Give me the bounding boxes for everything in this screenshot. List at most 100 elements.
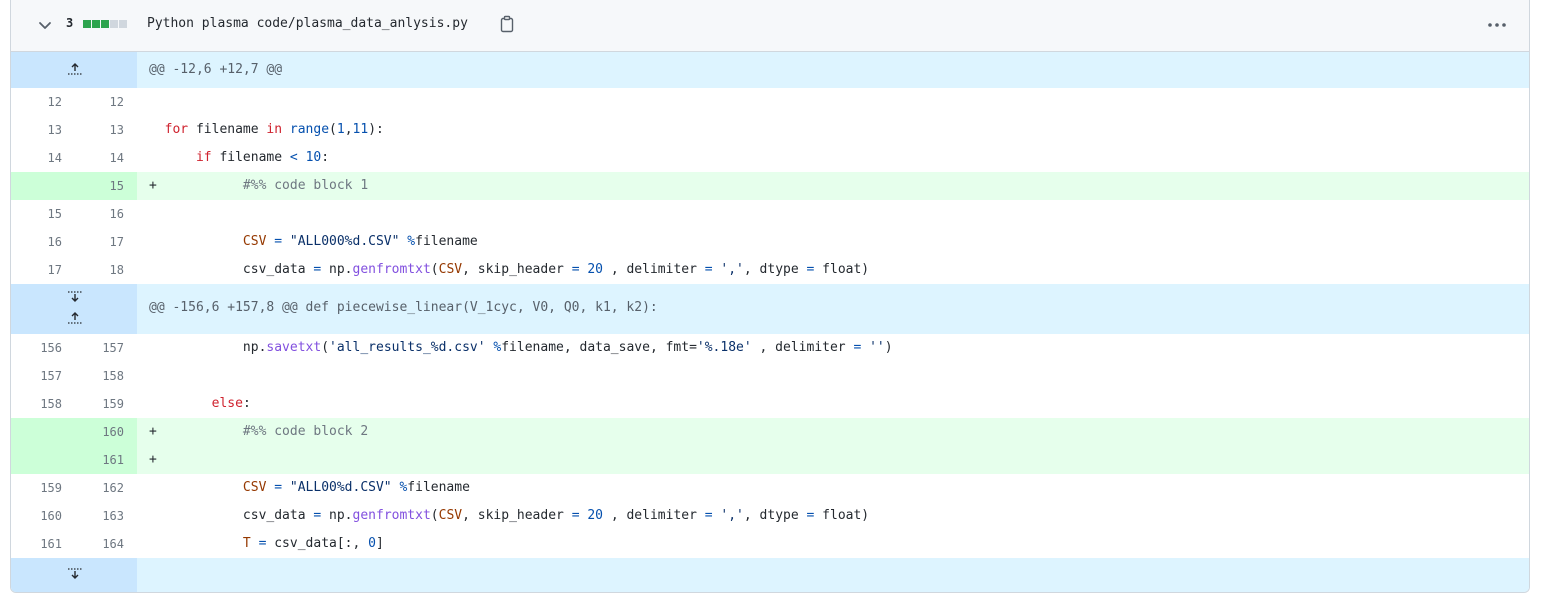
old-line-number[interactable]	[11, 446, 74, 474]
new-line-number[interactable]: 17	[74, 228, 137, 256]
old-line-number[interactable]: 157	[11, 362, 74, 390]
old-line-number[interactable]: 14	[11, 144, 74, 172]
chevron-down-icon[interactable]	[37, 17, 53, 33]
old-line-number[interactable]: 159	[11, 474, 74, 502]
changes-count: 3	[66, 16, 74, 30]
new-line-number[interactable]: 16	[74, 200, 137, 228]
code-token: ,	[344, 122, 353, 137]
unfold-up-icon[interactable]	[67, 62, 83, 76]
code-line: CSV = "ALL00%d.CSV" %filename	[137, 474, 1529, 502]
old-line-number[interactable]: 160	[11, 502, 74, 530]
old-line-number[interactable]	[11, 172, 74, 200]
diff-file: 3 Python plasma code/plasma_data_anlysis…	[10, 0, 1530, 593]
diff-line: 161 164 T = csv_data[:, 0]	[11, 530, 1529, 558]
code-token: (	[329, 122, 337, 137]
diff-line-added: 15 + #%% code block 1	[11, 172, 1529, 200]
new-line-number[interactable]: 15	[74, 172, 137, 200]
new-line-number[interactable]: 159	[74, 390, 137, 418]
code-token: :	[321, 150, 330, 165]
code-token: float)	[814, 508, 870, 523]
unfold-up-icon[interactable]	[67, 311, 83, 325]
diff-line: 158 159 else:	[11, 390, 1529, 418]
diff-line: 17 18 csv_data = np.genfromtxt(CSV, skip…	[11, 256, 1529, 284]
code-token: ]	[375, 536, 384, 551]
new-line-number[interactable]: 160	[74, 418, 137, 446]
new-line-number[interactable]: 164	[74, 530, 137, 558]
hunk-header: @@ -12,6 +12,7 @@	[11, 52, 1529, 88]
diff-line: 160 163 csv_data = np.genfromtxt(CSV, sk…	[11, 502, 1529, 530]
diffstat-bar	[83, 20, 127, 28]
unfold-down-icon[interactable]	[67, 290, 83, 304]
code-token: csv_data	[242, 508, 314, 523]
code-token: np.	[242, 340, 267, 355]
old-line-number[interactable]	[11, 418, 74, 446]
code-token: )	[884, 340, 893, 355]
old-line-number[interactable]: 17	[11, 256, 74, 284]
code-token: =	[274, 234, 283, 249]
diffstat-block	[92, 20, 100, 28]
code-token: =	[704, 262, 713, 277]
old-line-number[interactable]: 156	[11, 334, 74, 362]
code-token: genfromtxt	[352, 262, 431, 277]
unfold-down-icon[interactable]	[67, 567, 83, 581]
expand-gutter[interactable]	[11, 558, 137, 592]
old-line-number[interactable]: 15	[11, 200, 74, 228]
diff-line-added: 160 + #%% code block 2	[11, 418, 1529, 446]
diff-line: 157 158	[11, 362, 1529, 390]
new-line-number[interactable]: 18	[74, 256, 137, 284]
old-line-number[interactable]: 12	[11, 88, 74, 116]
code-token: 10	[305, 150, 322, 165]
old-line-number[interactable]: 158	[11, 390, 74, 418]
code-token: , delimiter	[751, 340, 854, 355]
code-token: 1	[336, 122, 345, 137]
new-line-number[interactable]: 162	[74, 474, 137, 502]
old-line-number[interactable]: 13	[11, 116, 74, 144]
code-token: ','	[720, 508, 744, 523]
code-token: filename	[211, 150, 290, 165]
code-token: filename	[188, 122, 267, 137]
code-token: %	[485, 340, 502, 355]
diffstat-block	[110, 20, 118, 28]
code-token: savetxt	[266, 340, 322, 355]
new-line-number[interactable]: 158	[74, 362, 137, 390]
diffstat-block	[119, 20, 127, 28]
expand-gutter[interactable]	[11, 52, 137, 88]
hunk-header-text: @@ -156,6 +157,8 @@ def piecewise_linear…	[149, 300, 658, 315]
code-token: else	[211, 396, 243, 411]
code-token: , skip_header	[462, 508, 572, 523]
new-line-number[interactable]: 13	[74, 116, 137, 144]
expander-row	[11, 558, 1529, 592]
code-token: =	[571, 508, 580, 523]
diff-line: 15 16	[11, 200, 1529, 228]
expand-gutter[interactable]	[11, 284, 137, 334]
kebab-horizontal-icon[interactable]	[1487, 16, 1507, 34]
new-line-number[interactable]: 163	[74, 502, 137, 530]
file-path-link[interactable]: Python plasma code/plasma_data_anlysis.p…	[147, 16, 468, 31]
code-token: 11	[352, 122, 369, 137]
code-line: + #%% code block 2	[137, 418, 1529, 446]
copy-icon[interactable]	[499, 15, 515, 33]
code-token: "ALL000%d.CSV"	[289, 234, 400, 249]
new-line-number[interactable]: 157	[74, 334, 137, 362]
code-line: np.savetxt('all_results_%d.csv' %filenam…	[137, 334, 1529, 362]
new-line-number[interactable]: 12	[74, 88, 137, 116]
new-line-number[interactable]: 14	[74, 144, 137, 172]
code-token: , delimiter	[603, 508, 705, 523]
new-line-number[interactable]: 161	[74, 446, 137, 474]
old-line-number[interactable]: 16	[11, 228, 74, 256]
code-token: np.	[321, 508, 353, 523]
code-line: if filename < 10:	[137, 144, 1529, 172]
code-line: + #%% code block 1	[137, 172, 1529, 200]
code-token: %	[407, 234, 416, 249]
diffstat-block	[83, 20, 91, 28]
code-token: 'all_results_%d.csv'	[329, 340, 486, 355]
code-token: (	[430, 262, 439, 277]
diff-line: 16 17 CSV = "ALL000%d.CSV" %filename	[11, 228, 1529, 256]
code-token: =	[571, 262, 580, 277]
code-token: filename, data_save, fmt=	[501, 340, 697, 355]
code-token: =	[274, 480, 283, 495]
code-token: float)	[814, 262, 870, 277]
old-line-number[interactable]: 161	[11, 530, 74, 558]
code-token: '%.18e'	[696, 340, 752, 355]
